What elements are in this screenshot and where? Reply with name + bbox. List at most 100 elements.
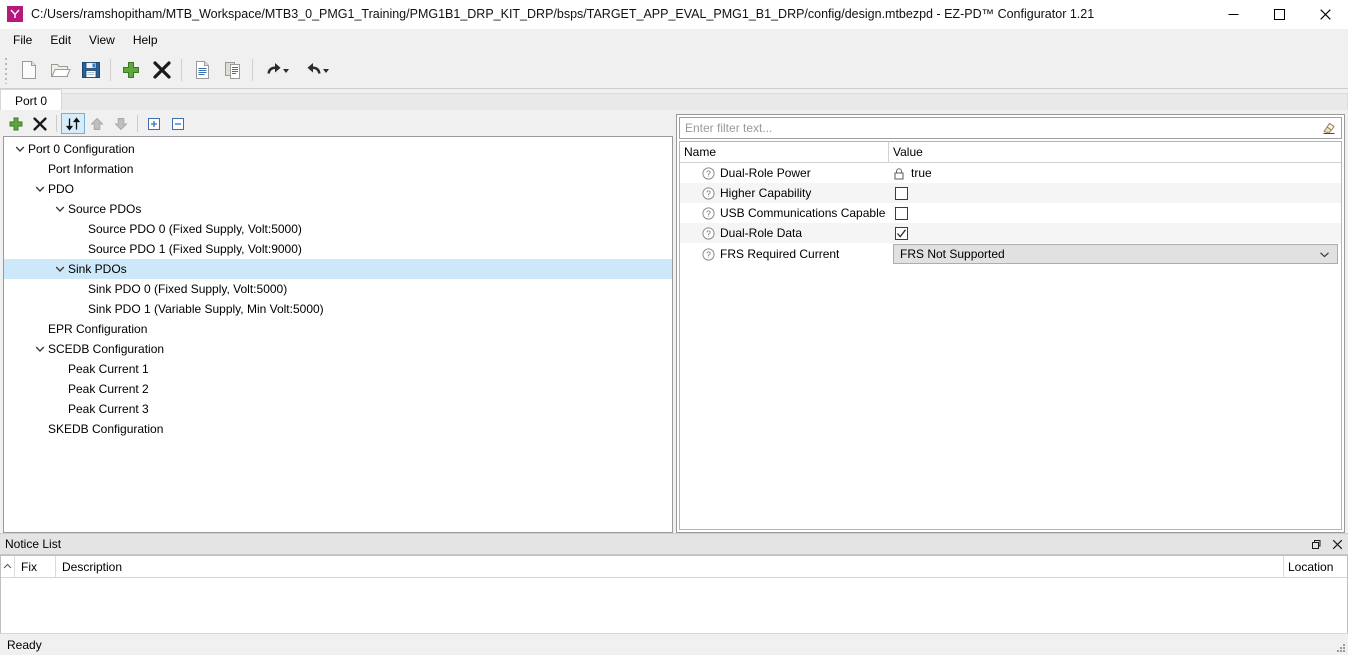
property-value-text: true	[911, 166, 932, 180]
help-icon[interactable]: ?	[702, 166, 715, 180]
property-checkbox[interactable]	[895, 226, 908, 240]
chevron-down-icon[interactable]	[12, 141, 28, 157]
tree-expand-all-icon[interactable]	[142, 113, 166, 134]
column-header-fix[interactable]: Fix	[15, 556, 56, 577]
property-dropdown[interactable]: FRS Not Supported	[893, 244, 1338, 264]
tree-item-label: Port 0 Configuration	[28, 142, 135, 156]
notice-list-table: Fix Description Location	[0, 555, 1348, 633]
main-toolbar	[0, 51, 1348, 89]
close-button[interactable]	[1302, 0, 1348, 29]
paste-icon[interactable]	[217, 55, 248, 85]
tree-item[interactable]: Peak Current 3	[4, 399, 672, 419]
column-header-value[interactable]: Value	[889, 142, 1341, 162]
tree-toolbar	[0, 111, 676, 136]
property-value-cell[interactable]: true	[889, 166, 1341, 180]
property-row[interactable]: ? FRS Required Current FRS Not Supported	[680, 243, 1341, 265]
property-checkbox[interactable]	[895, 206, 908, 220]
help-icon[interactable]: ?	[702, 247, 715, 261]
property-name-label: USB Communications Capable	[720, 206, 886, 220]
delete-icon[interactable]	[146, 55, 177, 85]
tree-move-up-icon[interactable]	[85, 113, 109, 134]
tree-item[interactable]: Sink PDOs	[4, 259, 672, 279]
eraser-icon[interactable]	[1317, 118, 1341, 138]
notice-list-body	[1, 578, 1347, 633]
chevron-down-icon[interactable]	[32, 181, 48, 197]
tree-item[interactable]: Source PDOs	[4, 199, 672, 219]
chevron-down-icon[interactable]	[52, 261, 68, 277]
property-dropdown-value: FRS Not Supported	[900, 247, 1005, 261]
tree-item[interactable]: Port Information	[4, 159, 672, 179]
undo-icon[interactable]	[257, 55, 297, 85]
maximize-button[interactable]	[1256, 0, 1302, 29]
chevron-down-icon[interactable]	[32, 341, 48, 357]
menu-help[interactable]: Help	[124, 30, 167, 51]
tree-item[interactable]: Sink PDO 0 (Fixed Supply, Volt:5000)	[4, 279, 672, 299]
save-icon[interactable]	[75, 55, 106, 85]
tree-sort-icon[interactable]	[61, 113, 85, 134]
toolbar-separator	[181, 58, 182, 81]
tree-item[interactable]: SCEDB Configuration	[4, 339, 672, 359]
tree-move-down-icon[interactable]	[109, 113, 133, 134]
tab-port-0[interactable]: Port 0	[0, 89, 63, 111]
tree-item-label: Source PDO 0 (Fixed Supply, Volt:5000)	[88, 222, 302, 236]
tree-item-label: Sink PDOs	[68, 262, 127, 276]
copy-icon[interactable]	[186, 55, 217, 85]
tab-strip-filler	[62, 93, 1348, 111]
property-row[interactable]: ? Dual-Role Data	[680, 223, 1341, 243]
tree-item[interactable]: Port 0 Configuration	[4, 139, 672, 159]
toolbar-grip[interactable]	[2, 55, 11, 84]
properties-table: Name Value ? Dual-Role Power true? Higher C…	[679, 141, 1342, 530]
tree-item[interactable]: Source PDO 1 (Fixed Supply, Volt:9000)	[4, 239, 672, 259]
restore-panel-icon[interactable]	[1304, 535, 1326, 554]
column-header-location[interactable]: Location	[1283, 556, 1347, 577]
close-panel-icon[interactable]	[1326, 535, 1348, 554]
property-row[interactable]: ? Dual-Role Power true	[680, 163, 1341, 183]
tree-item[interactable]: SKEDB Configuration	[4, 419, 672, 439]
property-name-cell: ? Higher Capability	[680, 186, 889, 200]
menu-edit[interactable]: Edit	[41, 30, 80, 51]
tree-item[interactable]: Sink PDO 1 (Variable Supply, Min Volt:50…	[4, 299, 672, 319]
tree-item[interactable]: PDO	[4, 179, 672, 199]
property-value-cell[interactable]	[889, 226, 1341, 240]
new-file-icon[interactable]	[13, 55, 44, 85]
open-folder-icon[interactable]	[44, 55, 75, 85]
property-name-label: Higher Capability	[720, 186, 812, 200]
tree-toolbar-separator	[56, 115, 57, 132]
minimize-button[interactable]	[1210, 0, 1256, 29]
property-value-cell[interactable]	[889, 186, 1341, 200]
redo-icon[interactable]	[297, 55, 337, 85]
tree-item-label: Sink PDO 1 (Variable Supply, Min Volt:50…	[88, 302, 324, 316]
menu-view[interactable]: View	[80, 30, 124, 51]
configuration-tree[interactable]: Port 0 Configuration Port Information PDO S…	[3, 136, 673, 533]
tree-item[interactable]: Peak Current 1	[4, 359, 672, 379]
chevron-down-icon[interactable]	[1319, 249, 1333, 260]
tree-delete-icon[interactable]	[28, 113, 52, 134]
svg-text:?: ?	[706, 208, 711, 218]
property-value-cell[interactable]: FRS Not Supported	[889, 244, 1341, 264]
property-row[interactable]: ? Higher Capability	[680, 183, 1341, 203]
tree-root: Port 0 Configuration Port Information PDO S…	[4, 137, 672, 439]
tree-collapse-all-icon[interactable]	[166, 113, 190, 134]
column-header-description[interactable]: Description	[56, 556, 1283, 577]
tree-item-label: EPR Configuration	[48, 322, 148, 336]
chevron-down-icon[interactable]	[52, 201, 68, 217]
tree-item[interactable]: Source PDO 0 (Fixed Supply, Volt:5000)	[4, 219, 672, 239]
sort-ascending-icon[interactable]	[1, 556, 15, 577]
tree-add-icon[interactable]	[4, 113, 28, 134]
property-row[interactable]: ? USB Communications Capable	[680, 203, 1341, 223]
column-header-name[interactable]: Name	[680, 142, 889, 162]
filter-input[interactable]	[680, 119, 1317, 137]
add-icon[interactable]	[115, 55, 146, 85]
resize-grip-icon[interactable]	[1334, 641, 1346, 653]
property-checkbox[interactable]	[895, 186, 908, 200]
help-icon[interactable]: ?	[702, 226, 715, 240]
svg-text:?: ?	[706, 249, 711, 259]
property-value-cell[interactable]	[889, 206, 1341, 220]
tree-item[interactable]: Peak Current 2	[4, 379, 672, 399]
tree-item[interactable]: EPR Configuration	[4, 319, 672, 339]
menu-file[interactable]: File	[4, 30, 41, 51]
help-icon[interactable]: ?	[702, 206, 715, 220]
help-icon[interactable]: ?	[702, 186, 715, 200]
